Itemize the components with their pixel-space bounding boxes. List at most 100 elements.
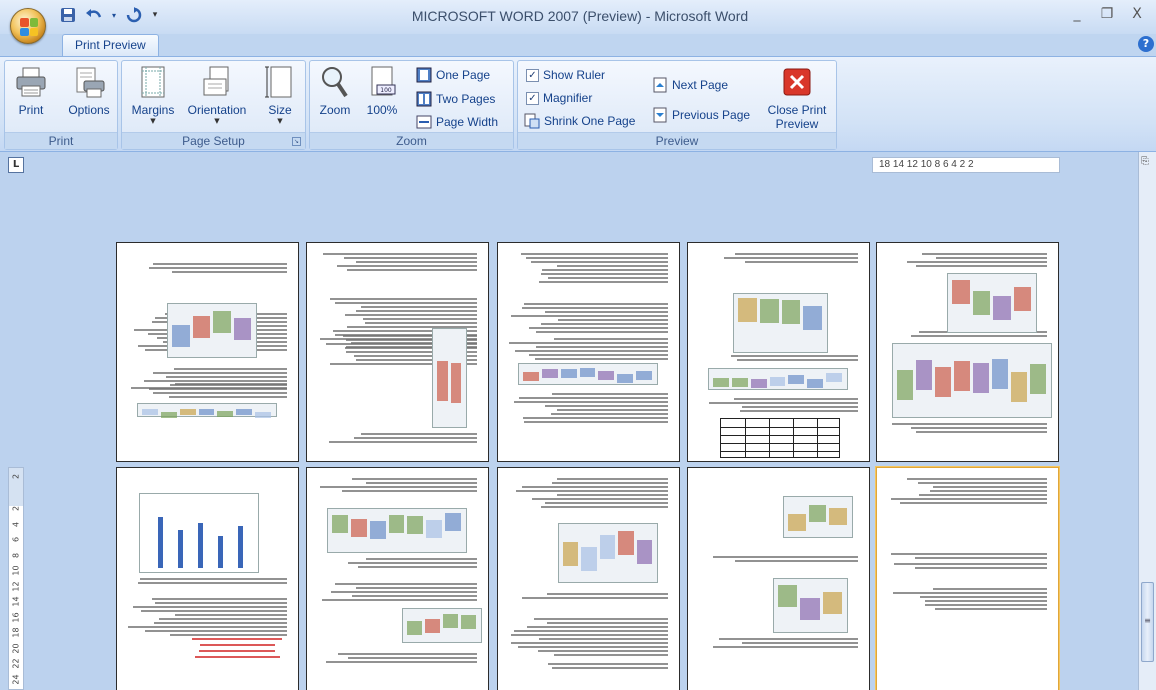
thumbnail-block <box>992 359 1008 389</box>
previous-page-button[interactable]: Previous Page <box>652 105 750 125</box>
page-text-line <box>348 562 477 564</box>
vertical-ruler[interactable]: 2 2 4 6 8 10 12 14 16 18 20 22 24 <box>8 467 24 690</box>
redo-icon[interactable] <box>124 6 144 24</box>
page-text-line <box>915 557 1047 559</box>
page-text-line <box>174 368 287 370</box>
page-text-line <box>911 427 1047 429</box>
page-text-line <box>323 253 477 255</box>
horizontal-ruler[interactable]: 18 14 12 10 8 6 4 2 2 <box>872 157 1060 173</box>
page-text-line <box>335 583 477 585</box>
view-ruler-icon[interactable]: ⎘ <box>1141 156 1154 169</box>
page-text-line <box>551 413 668 415</box>
customize-qat-icon[interactable]: ▾ <box>150 6 160 24</box>
page-text-line <box>925 600 1047 602</box>
thumbnail-block <box>160 412 177 418</box>
page-text-line <box>900 502 1047 504</box>
thumbnail-block <box>822 592 842 614</box>
preview-page[interactable] <box>116 467 299 690</box>
undo-icon[interactable] <box>84 6 104 24</box>
page-table <box>720 418 840 458</box>
vertical-ruler-tick: 2 <box>11 505 21 512</box>
print-button[interactable]: Print <box>9 65 53 117</box>
help-icon[interactable]: ? <box>1138 36 1154 52</box>
page-text-line <box>916 265 1047 267</box>
page-text-line <box>719 638 858 640</box>
size-label: Size <box>268 103 292 117</box>
thumbnail-block <box>437 361 448 401</box>
chart-bar <box>238 526 243 568</box>
close-button[interactable]: X <box>1128 6 1146 22</box>
page-text-line <box>526 257 668 259</box>
print-group-label: Print <box>5 132 117 149</box>
print-label: Print <box>18 103 44 117</box>
next-page-button[interactable]: Next Page <box>652 75 728 95</box>
office-button[interactable] <box>10 8 46 44</box>
restore-button[interactable]: ❐ <box>1098 6 1116 22</box>
options-button[interactable]: Options <box>63 65 115 117</box>
page-text-line <box>529 354 668 356</box>
page-text-line <box>532 498 668 500</box>
page-text-line <box>522 307 668 309</box>
scrollbar-thumb[interactable]: ≡ <box>1141 582 1154 662</box>
save-icon[interactable] <box>58 6 78 24</box>
page-setup-launcher-icon[interactable]: ↘ <box>292 137 301 146</box>
preview-page[interactable] <box>876 242 1059 462</box>
thumbnail-block <box>759 299 779 323</box>
page-text-line <box>330 298 477 300</box>
preview-page[interactable] <box>687 467 870 690</box>
thumbnail-block <box>750 379 767 388</box>
one-page-label: One Page <box>436 68 491 82</box>
preview-page[interactable] <box>687 242 870 462</box>
show-ruler-checkbox[interactable]: ✓ Show Ruler <box>526 65 605 85</box>
tab-selector-button[interactable]: L <box>8 157 24 173</box>
preview-page[interactable] <box>116 242 299 462</box>
table-rule <box>817 419 818 457</box>
thumbnail-block <box>142 409 158 415</box>
page-text-line <box>536 346 668 348</box>
page-text-line <box>153 263 287 265</box>
preview-page[interactable] <box>497 242 680 462</box>
page-text-line <box>742 642 858 644</box>
shrink-one-page-icon <box>524 113 540 129</box>
magnifier-checkbox[interactable]: ✓ Magnifier <box>526 88 592 108</box>
minimize-button[interactable]: _ <box>1068 6 1086 22</box>
shrink-one-page-button[interactable]: Shrink One Page <box>524 111 635 131</box>
page-text-line <box>128 626 287 628</box>
page-text-line <box>365 322 477 324</box>
thumbnail-block <box>172 325 190 347</box>
close-print-preview-button[interactable]: Close Print Preview <box>762 65 832 131</box>
page-text-line <box>366 482 477 484</box>
thumbnail-block <box>803 306 822 330</box>
page-text-line <box>175 383 287 385</box>
page-text-line <box>534 618 668 620</box>
zoom-group-label: Zoom <box>310 132 513 149</box>
previous-page-icon <box>653 107 667 123</box>
preview-page[interactable] <box>306 467 489 690</box>
vertical-ruler-tick: 12 <box>11 580 21 592</box>
thumbnail-block <box>461 615 476 629</box>
size-button[interactable]: Size ▼ <box>260 65 300 125</box>
page-width-button[interactable]: Page Width <box>416 112 498 132</box>
page-screenshot-image <box>947 273 1037 333</box>
preview-page[interactable] <box>876 467 1059 690</box>
thumbnail-block <box>213 311 231 333</box>
zoom-label: Zoom <box>319 103 351 117</box>
two-pages-button[interactable]: Two Pages <box>416 89 495 109</box>
page-text-line <box>514 630 668 632</box>
page-text-line <box>737 359 858 361</box>
vertical-ruler-tick: 20 <box>11 642 21 654</box>
thumbnail-block <box>599 535 616 559</box>
one-page-button[interactable]: One Page <box>416 65 490 85</box>
zoom-button[interactable]: Zoom <box>316 65 354 117</box>
preview-page[interactable] <box>306 242 489 462</box>
margins-button[interactable]: Margins ▼ <box>128 65 178 125</box>
orientation-button[interactable]: Orientation ▼ <box>182 65 252 125</box>
preview-page[interactable] <box>497 467 680 690</box>
undo-dropdown-icon[interactable]: ▾ <box>110 6 118 24</box>
zoom-group: Zoom 100 100% One Page Two Pages Page Wi… <box>309 60 514 150</box>
vertical-scrollbar[interactable]: ⎘ ≡ <box>1138 152 1156 690</box>
zoom-100-button[interactable]: 100 100% <box>364 65 400 117</box>
thumbnail-block <box>198 409 215 415</box>
thumbnail-block <box>560 369 577 378</box>
tab-print-preview[interactable]: Print Preview <box>62 34 159 56</box>
